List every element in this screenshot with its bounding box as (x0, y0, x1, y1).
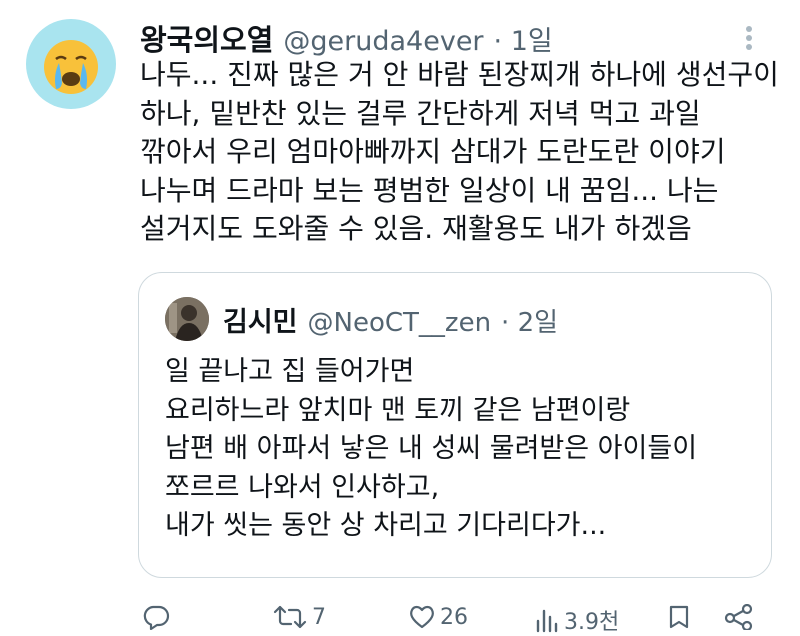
quote-author-name[interactable]: 김시민 (223, 300, 298, 339)
quote-line: 일 끝나고 집 들어가면 (165, 356, 415, 387)
share-icon (724, 604, 753, 630)
crying-face-icon (44, 40, 98, 94)
tweet-line: 설거지도 도와줄 수 있음. 재활용도 내가 하겠음 (140, 212, 692, 245)
quote-text: 일 끝나고 집 들어가면 요리하느라 앞치마 맨 토끼 같은 남편이랑 남편 배… (165, 353, 765, 546)
views-button[interactable]: 3.9천 (534, 604, 619, 636)
quoted-tweet[interactable]: 김시민 @NeoCT__zen · 2일 일 끝나고 집 들어가면 요리하느라 … (138, 272, 772, 578)
more-icon[interactable] (746, 26, 754, 54)
action-bar: 7 26 3.9천 (138, 600, 768, 635)
quote-line: 내가 씻는 동안 상 차리고 기다리다가... (165, 510, 607, 541)
photo-avatar-icon (165, 297, 209, 341)
tweet-line: 나누며 드라마 보는 평범한 일상이 내 꿈임... 나는 (140, 173, 719, 207)
author-name[interactable]: 왕국의오열 (140, 17, 273, 59)
quote-author-avatar[interactable] (165, 297, 209, 341)
bookmark-button[interactable] (668, 604, 690, 630)
retweet-icon (273, 605, 307, 629)
retweet-count: 7 (312, 604, 326, 630)
reply-icon (143, 605, 170, 630)
reply-button[interactable] (142, 604, 174, 630)
like-button[interactable]: 26 (408, 604, 468, 630)
like-count: 26 (440, 604, 468, 630)
tweet-header: 왕국의오열 @geruda4ever · 1일 (140, 17, 553, 59)
quote-line: 쪼르르 나와서 인사하고, (165, 471, 440, 503)
quote-author-handle[interactable]: @NeoCT__zen (308, 308, 492, 338)
tweet-line: 깎아서 우리 엄마아빠까지 삼대가 도란도란 이야기 (140, 135, 726, 168)
quote-time[interactable]: · 2일 (501, 302, 558, 339)
author-avatar[interactable] (26, 19, 116, 109)
tweet-line: 하나, 밑반찬 있는 걸루 간단하게 저녁 먹고 과일 (140, 96, 701, 130)
quote-header: 김시민 @NeoCT__zen · 2일 (223, 300, 558, 339)
quote-line: 남편 배 아파서 낳은 내 성씨 물려받은 아이들이 (165, 433, 698, 464)
tweet-time[interactable]: · 1일 (494, 19, 553, 58)
view-count: 3.9천 (564, 610, 620, 635)
share-button[interactable] (724, 604, 754, 630)
tweet-line: 나두... 진짜 많은 거 안 바람 된장찌개 하나에 생선구이 (140, 58, 779, 91)
quote-line: 요리하느라 앞치마 맨 토끼 같은 남편이랑 (165, 394, 631, 426)
bookmark-icon (669, 605, 689, 629)
retweet-button[interactable]: 7 (272, 604, 326, 630)
views-icon (536, 609, 558, 633)
tweet-text: 나두... 진짜 많은 거 안 바람 된장찌개 하나에 생선구이 하나, 밑반찬… (140, 56, 780, 249)
author-handle[interactable]: @geruda4ever (283, 26, 483, 57)
heart-icon (410, 605, 434, 629)
